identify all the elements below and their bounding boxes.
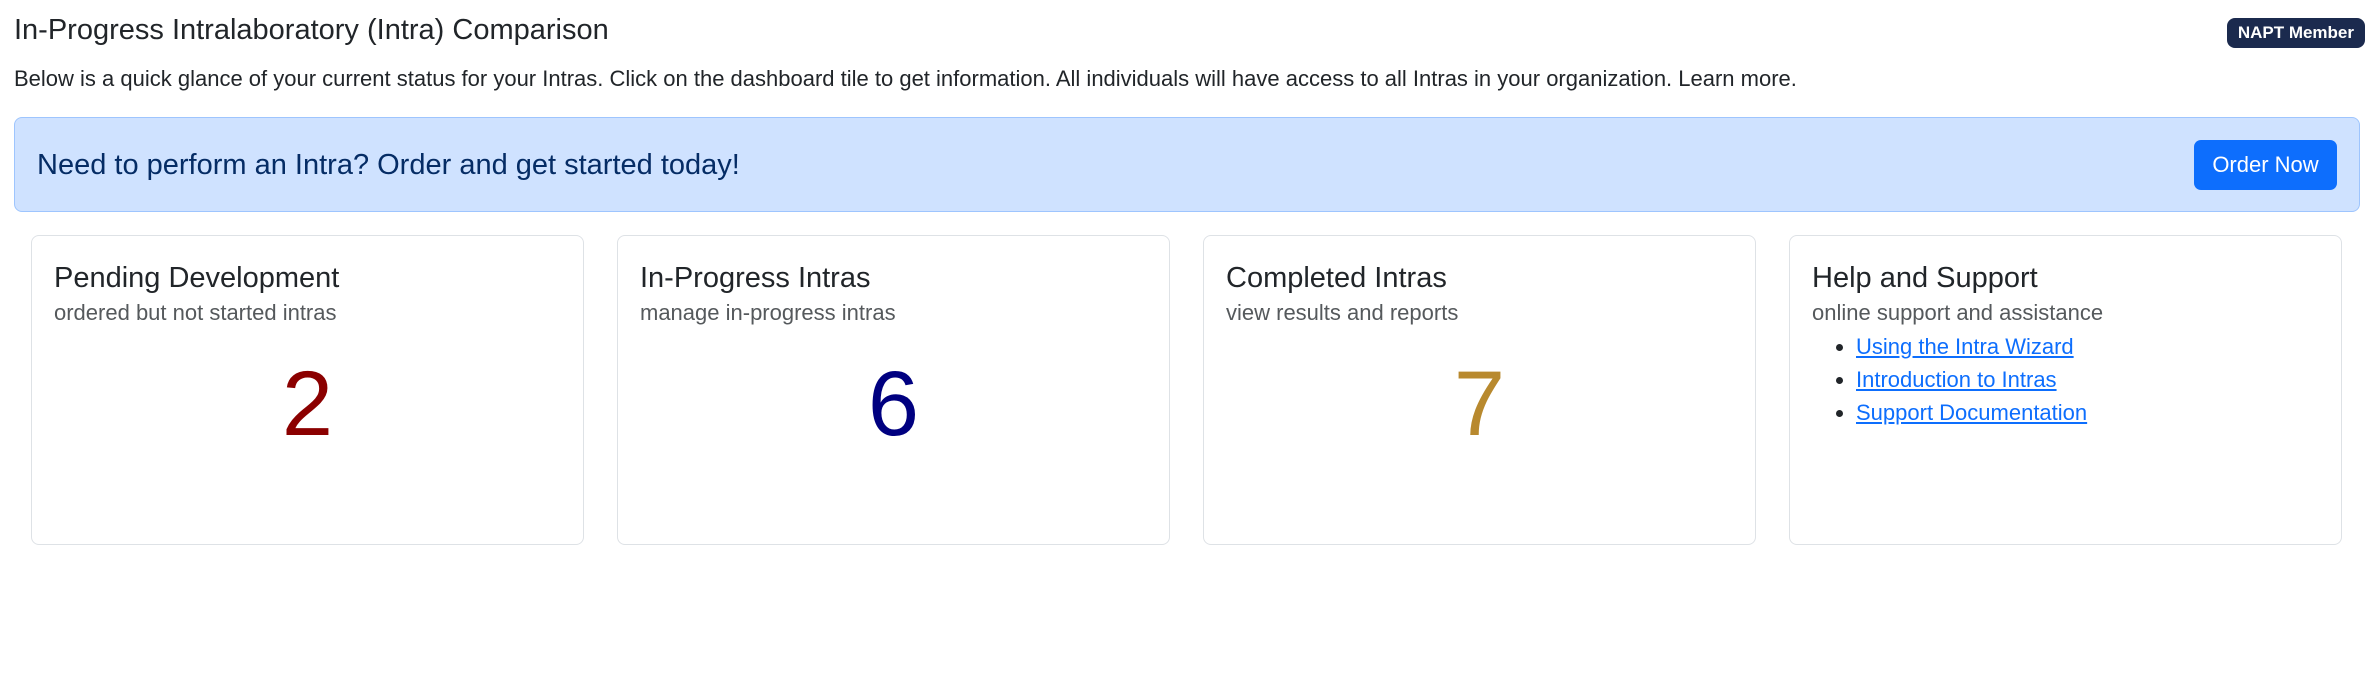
list-item: Using the Intra Wizard — [1856, 334, 2087, 360]
tile-title: In-Progress Intras — [640, 262, 871, 294]
tile-subtitle: manage in-progress intras — [640, 300, 896, 325]
member-badge: NAPT Member — [2226, 18, 2365, 48]
tile-title: Pending Development — [54, 262, 340, 294]
page-title: In-Progress Intralaboratory (Intra) Comp… — [14, 14, 609, 46]
list-item: Introduction to Intras — [1856, 367, 2087, 393]
tile-subtitle: online support and assistance — [1812, 300, 2104, 325]
link-using-intra-wizard[interactable]: Using the Intra Wizard — [1856, 334, 2074, 359]
link-support-documentation[interactable]: Support Documentation — [1856, 400, 2087, 425]
link-introduction-to-intras[interactable]: Introduction to Intras — [1856, 367, 2057, 392]
tile-in-progress-intras[interactable]: In-Progress Intras manage in-progress in… — [617, 235, 1170, 545]
banner-text: Need to perform an Intra? Order and get … — [37, 149, 740, 181]
order-banner: Need to perform an Intra? Order and get … — [14, 117, 2360, 212]
tile-subtitle: ordered but not started intras — [54, 300, 337, 325]
tile-title: Completed Intras — [1226, 262, 1447, 294]
tile-pending-development[interactable]: Pending Development ordered but not star… — [31, 235, 584, 545]
intro-text: Below is a quick glance of your current … — [14, 66, 1797, 91]
order-now-button[interactable]: Order Now — [2194, 140, 2337, 190]
help-links: Using the Intra Wizard Introduction to I… — [1812, 334, 2087, 433]
completed-count: 7 — [1453, 353, 1506, 455]
tile-title: Help and Support — [1812, 262, 2038, 294]
pending-count: 2 — [281, 353, 334, 455]
dashboard-tiles: Pending Development ordered but not star… — [31, 235, 2345, 545]
tile-subtitle: view results and reports — [1226, 300, 1459, 325]
in-progress-count: 6 — [867, 353, 920, 455]
tile-completed-intras[interactable]: Completed Intras view results and report… — [1203, 235, 1756, 545]
tile-help-and-support: Help and Support online support and assi… — [1789, 235, 2342, 545]
list-item: Support Documentation — [1856, 400, 2087, 426]
